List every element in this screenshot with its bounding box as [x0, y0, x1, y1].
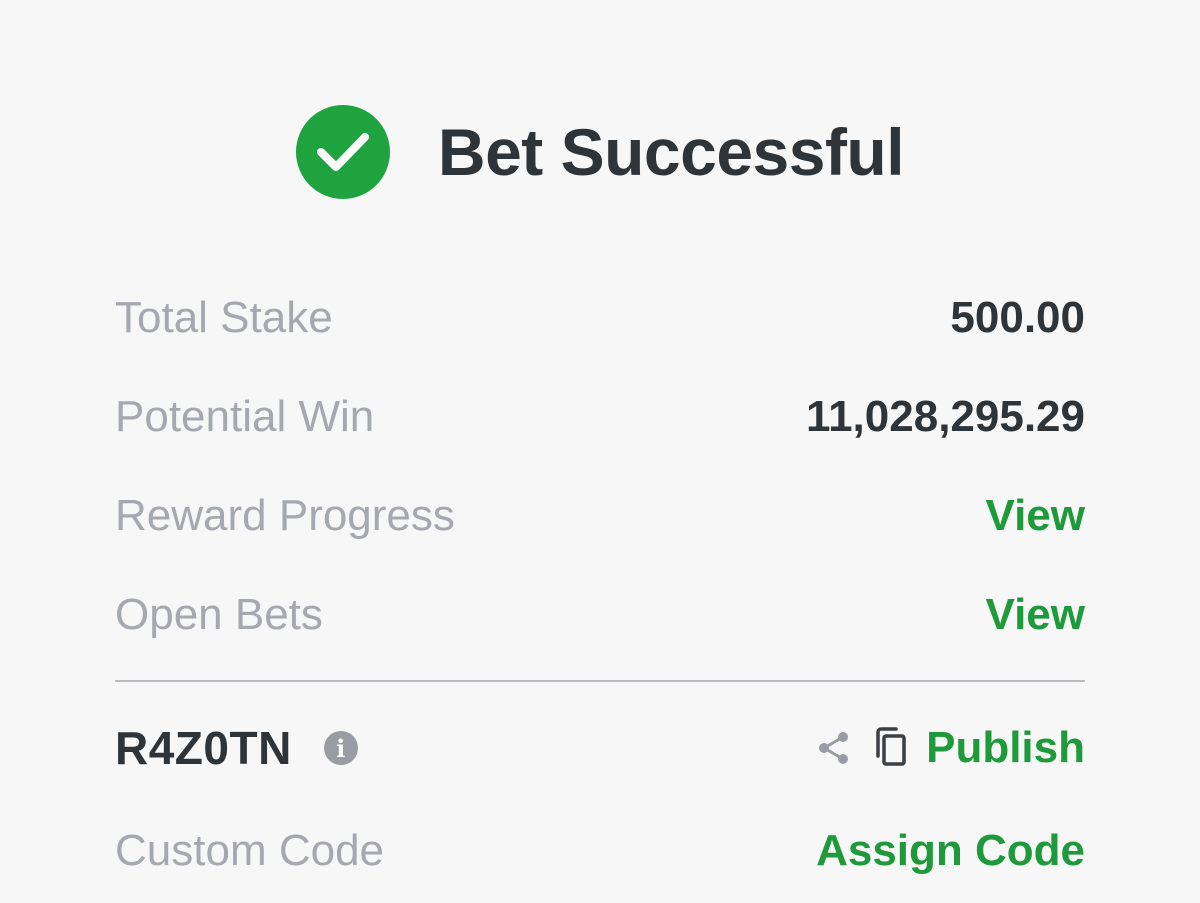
custom-code-label: Custom Code [115, 826, 385, 875]
info-icon[interactable]: i [323, 731, 358, 765]
page-title: Bet Successful [437, 115, 905, 189]
booking-code-group: R4Z0TN i [115, 721, 358, 775]
share-icon[interactable] [814, 728, 854, 768]
reward-progress-view-link[interactable]: View [986, 491, 1085, 541]
open-bets-row: Open Bets View [115, 580, 1085, 650]
divider [115, 680, 1085, 682]
potential-win-row: Potential Win 11,028,295.29 [115, 382, 1085, 452]
open-bets-label: Open Bets [115, 590, 323, 639]
booking-code: R4Z0TN [115, 722, 292, 774]
open-bets-view-link[interactable]: View [986, 590, 1085, 640]
assign-code-button[interactable]: Assign Code [816, 826, 1085, 876]
publish-button[interactable]: Publish [926, 723, 1085, 773]
total-stake-label: Total Stake [115, 293, 333, 342]
custom-code-row: Custom Code Assign Code [115, 816, 1085, 886]
reward-progress-label: Reward Progress [115, 491, 455, 540]
check-circle-icon [295, 105, 390, 199]
bet-success-panel: Bet Successful Total Stake 500.00 Potent… [0, 0, 1200, 903]
reward-progress-row: Reward Progress View [115, 481, 1085, 551]
total-stake-value: 500.00 [950, 293, 1085, 342]
booking-actions: Publish [814, 723, 1085, 773]
potential-win-value: 11,028,295.29 [806, 392, 1085, 441]
potential-win-label: Potential Win [115, 392, 375, 441]
booking-code-row: R4Z0TN i Publish [115, 713, 1085, 783]
success-header: Bet Successful [0, 104, 1200, 200]
copy-icon[interactable] [870, 726, 910, 770]
total-stake-row: Total Stake 500.00 [115, 283, 1085, 353]
